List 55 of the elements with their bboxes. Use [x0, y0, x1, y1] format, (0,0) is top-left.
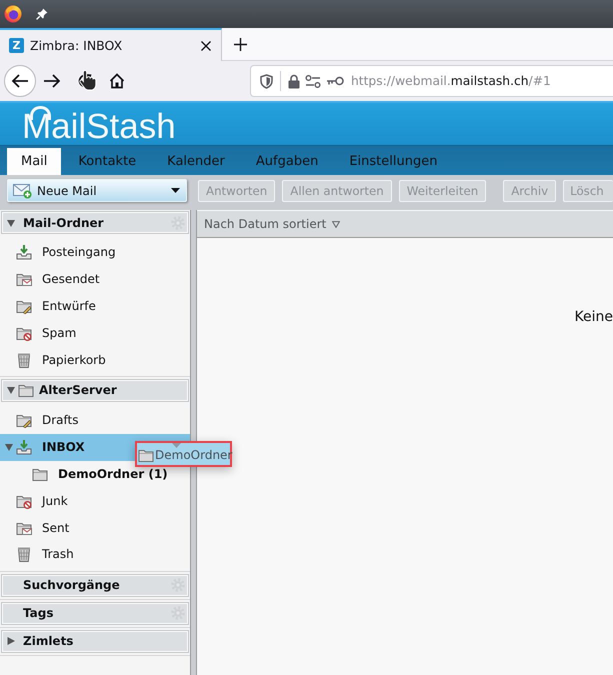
- section-header[interactable]: Zimlets: [2, 630, 188, 652]
- new-mail-button[interactable]: Neue Mail: [7, 179, 187, 202]
- wastebasket-icon: [16, 546, 32, 562]
- inbox-tray-icon: [16, 244, 32, 260]
- tab[interactable]: Einstellungen: [335, 148, 452, 175]
- pin-icon[interactable]: [36, 8, 48, 20]
- folder-item[interactable]: Entwürfe: [0, 292, 190, 320]
- folder-item[interactable]: Sent: [0, 514, 190, 541]
- folder-icon: [18, 382, 34, 398]
- tab[interactable]: Kontakte: [64, 148, 150, 175]
- folder-item[interactable]: Papierkorb: [0, 346, 190, 373]
- shield-icon[interactable]: [260, 74, 273, 88]
- browser-tab[interactable]: Z Zimbra: INBOX: [0, 28, 222, 61]
- address-bar[interactable]: https://webmail.mailstash.ch/#1: [250, 65, 613, 97]
- caret-icon: [171, 188, 180, 193]
- collapsed-triangle-icon[interactable]: [7, 637, 15, 646]
- plus-icon[interactable]: [234, 38, 247, 50]
- wastebasket-icon: [16, 352, 32, 368]
- folder-item[interactable]: Spam: [0, 319, 190, 346]
- hand-cursor-icon: [79, 69, 97, 91]
- favicon: Z: [9, 38, 24, 53]
- folder-pencil-icon: [16, 412, 32, 428]
- folder-item[interactable]: Trash: [0, 540, 190, 568]
- expanded-triangle-icon[interactable]: [7, 386, 15, 394]
- folder-icon: [138, 447, 154, 463]
- folder-item[interactable]: DemoOrdner (1): [0, 460, 190, 488]
- key-icon[interactable]: [326, 76, 344, 86]
- expanded-triangle-icon[interactable]: [7, 218, 15, 226]
- expanded-triangle-icon[interactable]: [5, 443, 13, 452]
- empty-message: Keine: [574, 309, 613, 325]
- section-header[interactable]: Mail-Ordner: [2, 212, 188, 233]
- folder-item[interactable]: Gesendet: [0, 266, 190, 293]
- inbox-tray-icon: [16, 439, 32, 456]
- drop-caret-icon: [172, 443, 181, 448]
- sort-header[interactable]: Nach Datum sortiert: [197, 211, 613, 238]
- section-header[interactable]: AlterServer: [2, 380, 188, 401]
- folder-envelope-icon: [16, 271, 32, 288]
- logo: MailStash: [22, 103, 176, 145]
- tab[interactable]: Kalender: [153, 148, 239, 175]
- envelope-plus-icon: [13, 182, 32, 198]
- forward-icon[interactable]: [44, 74, 60, 88]
- sort-triangle-icon[interactable]: [332, 220, 340, 228]
- tab[interactable]: Aufgaben: [242, 148, 332, 175]
- lock-icon[interactable]: [288, 74, 300, 88]
- folder-item[interactable]: Posteingang: [0, 239, 190, 266]
- firefox-icon[interactable]: [4, 5, 22, 23]
- permissions-icon[interactable]: [305, 74, 321, 88]
- folder-item[interactable]: Drafts: [0, 406, 190, 434]
- back-icon[interactable]: [4, 65, 36, 97]
- tab[interactable]: Mail: [7, 148, 62, 175]
- section-header[interactable]: Suchvorgänge: [2, 574, 188, 596]
- close-icon[interactable]: [201, 40, 211, 50]
- home-icon[interactable]: [109, 73, 125, 89]
- section-header[interactable]: Tags: [2, 602, 188, 624]
- folder-item[interactable]: Junk: [0, 487, 190, 514]
